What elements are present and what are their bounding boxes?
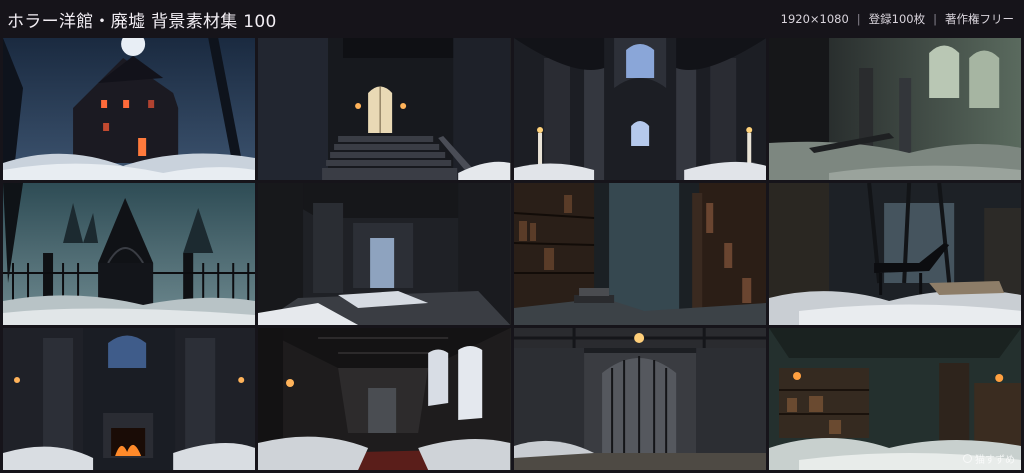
thumbnail-gated-cellar[interactable] [513,328,766,470]
thumbnail-library[interactable] [513,183,766,325]
thumbnail-piano-room[interactable] [768,183,1021,325]
page-header: ホラー洋館・廃墟 背景素材集 100 1920×1080 | 登録100枚 | … [0,0,1024,38]
abandoned-room-image [258,183,511,325]
ruined-hall-image [768,38,1021,180]
gated-cellar-image [513,328,766,470]
license-label: 著作権フリー [945,12,1014,26]
separator: | [933,12,937,26]
watermark: 猫すずめ [963,451,1015,466]
watermark-text: 猫すずめ [975,455,1015,466]
thumbnail-ruined-hall[interactable] [768,38,1021,180]
count-label: 登録100枚 [868,12,926,26]
iron-gate-image [3,183,256,325]
piano-room-image [768,183,1021,325]
separator: | [856,12,861,26]
thumbnail-fireplace-hall[interactable] [3,328,256,470]
fireplace-hall-image [3,328,256,470]
library-image [513,183,766,325]
resolution-label: 1920×1080 [780,12,849,26]
thumbnail-grand-staircase[interactable] [258,38,511,180]
page-title: ホラー洋館・廃墟 背景素材集 100 [7,11,277,32]
long-corridor-image [258,328,511,470]
mansion-exterior-image [3,38,256,180]
watermark-icon [963,454,972,463]
thumbnail-abandoned-room[interactable] [258,183,511,325]
thumbnail-storage-room[interactable]: 猫すずめ [768,328,1021,470]
thumbnail-grid: 猫すずめ [3,38,1021,470]
grand-staircase-image [258,38,511,180]
thumbnail-mansion-exterior[interactable] [3,38,256,180]
gothic-chapel-image [513,38,766,180]
thumbnail-gothic-chapel[interactable] [513,38,766,180]
asset-meta: 1920×1080 | 登録100枚 | 著作権フリー [781,11,1014,27]
thumbnail-iron-gate[interactable] [3,183,256,325]
storage-room-image [768,328,1021,470]
thumbnail-long-corridor[interactable] [258,328,511,470]
